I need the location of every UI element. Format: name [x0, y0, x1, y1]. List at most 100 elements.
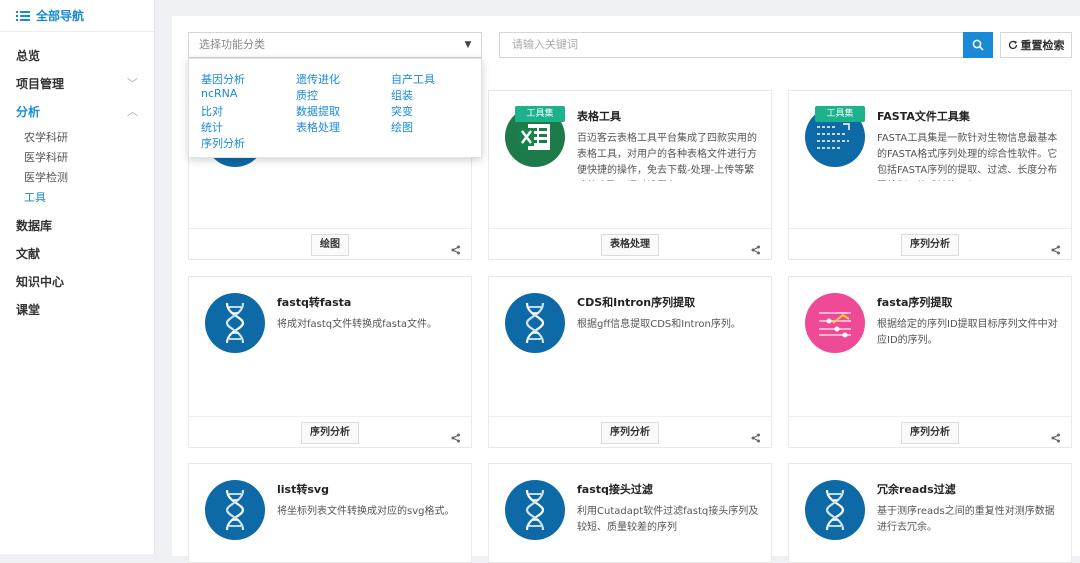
category-select-placeholder: 选择功能分类	[199, 38, 265, 51]
category-tag[interactable]: 序列分析	[901, 234, 959, 256]
category-select[interactable]: 选择功能分类 ▼	[188, 32, 482, 58]
dna-icon	[825, 489, 845, 531]
tool-icon	[505, 480, 565, 540]
category-tag[interactable]: 表格处理	[601, 234, 659, 256]
tool-icon	[805, 480, 865, 540]
sidebar: 全部导航 总览 项目管理 ﹀ 分析 ︿ 农学科研 医学科研 医学检测 工具 数据库 …	[0, 0, 155, 554]
tool-icon	[205, 480, 265, 540]
search-placeholder: 请输入关键词	[512, 38, 578, 51]
share-button[interactable]	[1051, 240, 1061, 259]
nav-item-database[interactable]: 数据库	[0, 212, 154, 240]
chevron-up-icon: ︿	[127, 105, 138, 118]
card-title[interactable]: CDS和Intron序列提取	[577, 294, 695, 310]
nav-list: 总览 项目管理 ﹀ 分析 ︿ 农学科研 医学科研 医学检测 工具 数据库 文献 知识…	[0, 32, 154, 324]
tool-card[interactable]: 工具集 FASTA文件工具集 FASTA工具集是一款针对生物信息最基本的FASTA格…	[788, 90, 1072, 260]
card-desc: FASTA工具集是一款针对生物信息最基本的FASTA格式序列处理的综合性软件。它…	[877, 133, 1058, 176]
card-title[interactable]: fastq转fasta	[277, 294, 351, 310]
card-footer: 表格处理	[489, 228, 771, 260]
card-footer: 序列分析	[489, 416, 771, 448]
share-icon	[451, 245, 460, 255]
share-icon	[751, 433, 760, 443]
tool-card[interactable]: CDS和Intron序列提取 根据gff信息提取CDS和Intron序列。 序列分析	[488, 276, 772, 448]
reset-button[interactable]: 重置检索	[1000, 32, 1072, 58]
tool-card[interactable]: fastq转fasta 将成对fastq文件转换成fasta文件。序列分析	[188, 276, 472, 448]
toolset-badge: 工具集	[815, 106, 865, 122]
nav-title: 全部导航	[36, 9, 85, 23]
nav-item-analysis[interactable]: 分析 ︿	[0, 98, 154, 126]
analysis-submenu: 农学科研 医学科研 医学检测 工具	[0, 126, 154, 212]
dna-icon	[225, 302, 245, 344]
tool-card[interactable]: list转svg 将坐标列表文件转换成对应的svg格式。	[188, 463, 472, 563]
option-gene-analysis[interactable]: 基因分析	[201, 71, 245, 87]
refresh-icon	[1008, 40, 1017, 50]
share-icon	[1051, 433, 1060, 443]
tool-icon	[805, 293, 865, 353]
nav-item-overview[interactable]: 总览	[0, 42, 154, 70]
category-tag[interactable]: 序列分析	[301, 422, 359, 444]
card-desc: 基于测序reads之间的重复性对测序数据进行去冗余。	[877, 506, 1055, 533]
main-panel: 选择功能分类 ▼ 请输入关键词 重置检索 绘图——以最佳方式展示数据的分布；2.…	[172, 16, 1080, 563]
tool-card[interactable]: 冗余reads过滤基于测序reads之间的重复性对测序数据进行去冗余。	[788, 463, 1072, 563]
tool-card[interactable]: fasta序列提取 根据给定的序列ID提取目标序列文件中对应ID的序列。 序列分析	[788, 276, 1072, 448]
tool-icon	[205, 293, 265, 353]
card-desc: 利用Cutadapt软件过滤fastq接头序列及较短、质量较差的序列	[577, 506, 759, 533]
category-dropdown: 基因分析 遗传进化 自产工具 ncRNA 质控 组装 比对 数据提取 突变 统计…	[188, 58, 482, 158]
sub-item-agri[interactable]: 农学科研	[0, 128, 154, 148]
tool-icon	[505, 293, 565, 353]
nav-item-knowledge[interactable]: 知识中心	[0, 268, 154, 296]
search-button[interactable]	[963, 32, 993, 58]
option-table[interactable]: 表格处理	[296, 119, 340, 135]
sub-item-medical-test[interactable]: 医学检测	[0, 168, 154, 188]
nav-item-project[interactable]: 项目管理 ﹀	[0, 70, 154, 98]
card-title[interactable]: fasta序列提取	[877, 294, 952, 310]
option-alignment[interactable]: 比对	[201, 103, 223, 119]
tool-card[interactable]: 工具集 表格工具百迈客云表格工具平台集成了四款实用的表格工具，对用户的各种表格文件…	[488, 90, 772, 260]
reset-label: 重置检索	[1020, 39, 1065, 52]
category-tag[interactable]: 绘图	[311, 234, 349, 256]
list-icon	[16, 10, 30, 21]
caret-down-icon: ▼	[464, 40, 472, 50]
card-title[interactable]: list转svg	[277, 481, 329, 497]
card-title[interactable]: 表格工具	[577, 108, 621, 124]
category-tag[interactable]: 序列分析	[601, 422, 659, 444]
excel-icon	[519, 124, 550, 150]
chevron-down-icon: ﹀	[127, 77, 138, 90]
card-title[interactable]: 冗余reads过滤	[877, 481, 956, 497]
share-button[interactable]	[451, 428, 461, 447]
search-input[interactable]: 请输入关键词	[499, 32, 964, 58]
all-nav-header[interactable]: 全部导航	[0, 0, 154, 32]
card-footer: 序列分析	[189, 416, 471, 448]
card-title[interactable]: FASTA文件工具集	[877, 108, 970, 124]
dna-icon	[525, 302, 545, 344]
card-footer: 绘图	[189, 228, 471, 260]
share-button[interactable]	[1051, 428, 1061, 447]
share-button[interactable]	[751, 240, 761, 259]
option-statistics[interactable]: 统计	[201, 119, 223, 135]
sub-item-tools[interactable]: 工具	[0, 188, 154, 208]
card-desc: 百迈客云表格工具平台集成了四款实用的表格工具，对用户的各种表格文件进行方便快捷的…	[577, 133, 757, 176]
nav-item-label: 分析	[16, 105, 41, 119]
tool-card[interactable]: fastq接头过滤利用Cutadapt软件过滤fastq接头序列及较短、质量较差…	[488, 463, 772, 563]
option-assembly[interactable]: 组装	[391, 87, 413, 103]
share-button[interactable]	[451, 240, 461, 259]
category-tag[interactable]: 序列分析	[901, 422, 959, 444]
card-desc: 将成对fastq文件转换成fasta文件。	[277, 319, 438, 330]
card-title[interactable]: fastq接头过滤	[577, 481, 653, 497]
option-ncrna[interactable]: ncRNA	[201, 87, 237, 100]
nav-item-literature[interactable]: 文献	[0, 240, 154, 268]
option-evolution[interactable]: 遗传进化	[296, 71, 340, 87]
fasta-file-icon	[817, 123, 850, 149]
share-icon	[451, 433, 460, 443]
sub-item-medical-research[interactable]: 医学科研	[0, 148, 154, 168]
toolset-badge: 工具集	[515, 106, 565, 122]
search-icon	[972, 39, 984, 51]
option-plot[interactable]: 绘图	[391, 119, 413, 135]
nav-item-class[interactable]: 课堂	[0, 296, 154, 324]
option-own-tools[interactable]: 自产工具	[391, 71, 435, 87]
share-button[interactable]	[751, 428, 761, 447]
option-data-extract[interactable]: 数据提取	[296, 103, 340, 119]
option-sequence[interactable]: 序列分析	[201, 135, 245, 151]
option-mutation[interactable]: 突变	[391, 103, 413, 119]
option-qc[interactable]: 质控	[296, 87, 318, 103]
card-footer: 序列分析	[789, 228, 1071, 260]
